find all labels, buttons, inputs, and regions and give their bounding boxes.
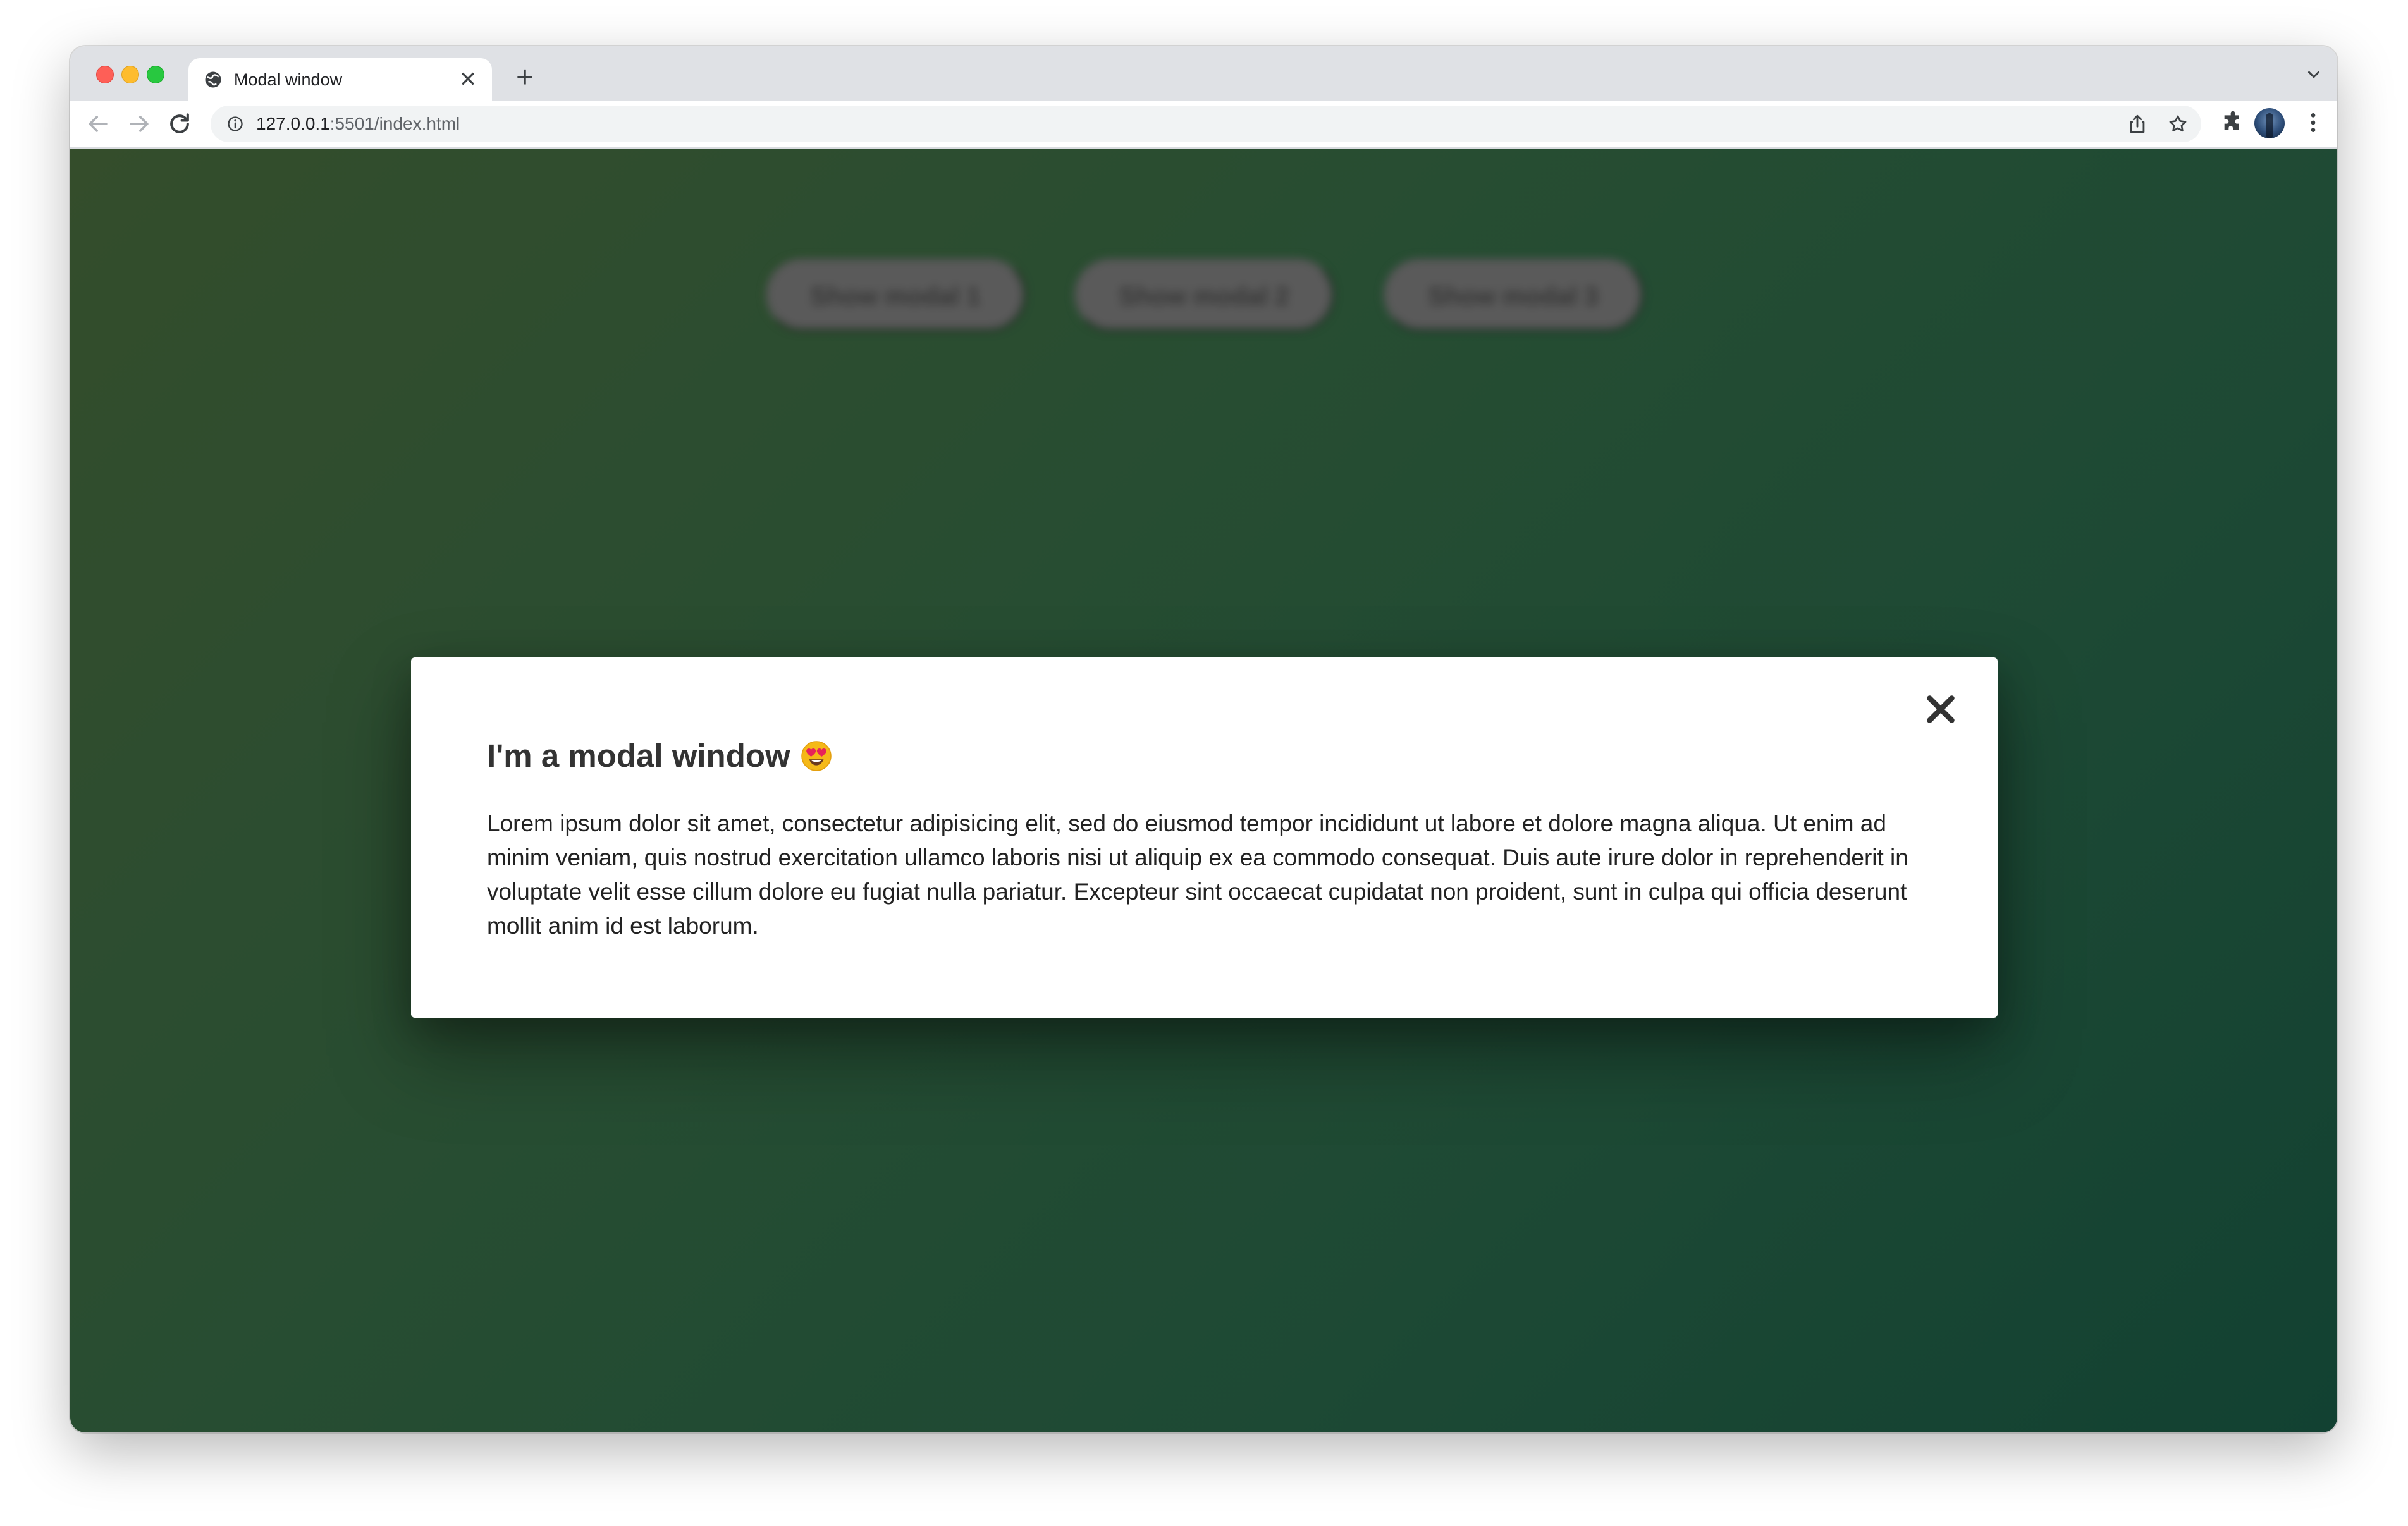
minimize-window-button[interactable] <box>121 66 139 83</box>
reload-icon[interactable] <box>166 110 194 138</box>
chevron-down-icon[interactable] <box>2304 65 2323 84</box>
browser-window: Modal window ✕ + 127.0.0.1:5501/index.ht… <box>70 46 2337 1432</box>
share-icon[interactable] <box>2127 113 2148 135</box>
globe-icon <box>205 71 221 88</box>
modal-body-text: Lorem ipsum dolor sit amet, consectetur … <box>487 810 1908 939</box>
info-icon[interactable] <box>226 115 244 133</box>
url-host: 127.0.0.1 <box>256 114 330 133</box>
tab-strip: Modal window ✕ + <box>70 46 2337 101</box>
maximize-window-button[interactable] <box>147 66 164 83</box>
close-icon[interactable] <box>1922 690 1960 728</box>
back-arrow-icon[interactable] <box>84 110 112 138</box>
star-icon[interactable] <box>2167 113 2189 135</box>
close-window-button[interactable] <box>96 66 114 83</box>
tab-title: Modal window <box>234 70 343 89</box>
url-path: :5501/index.html <box>329 114 460 133</box>
avatar[interactable] <box>2254 108 2285 138</box>
modal-dialog: I'm a modal window Lorem ipsum dolor sit… <box>411 657 1998 1018</box>
browser-toolbar: 127.0.0.1:5501/index.html <box>70 101 2337 149</box>
tab-modal-window[interactable]: Modal window ✕ <box>188 58 492 101</box>
close-icon[interactable]: ✕ <box>457 68 479 91</box>
heart-eyes-emoji-icon <box>801 741 832 771</box>
url-text: 127.0.0.1:5501/index.html <box>256 114 460 134</box>
modal-title: I'm a modal window <box>487 737 832 775</box>
puzzle-icon[interactable] <box>2220 110 2245 135</box>
modal-title-text: I'm a modal window <box>487 738 790 774</box>
forward-arrow-icon[interactable] <box>125 110 153 138</box>
plus-icon[interactable]: + <box>510 63 540 93</box>
address-bar[interactable]: 127.0.0.1:5501/index.html <box>211 106 2201 142</box>
more-vert-icon[interactable] <box>2300 110 2326 135</box>
page-viewport: Show modal 1 Show modal 2 Show modal 3 I… <box>70 149 2337 1432</box>
